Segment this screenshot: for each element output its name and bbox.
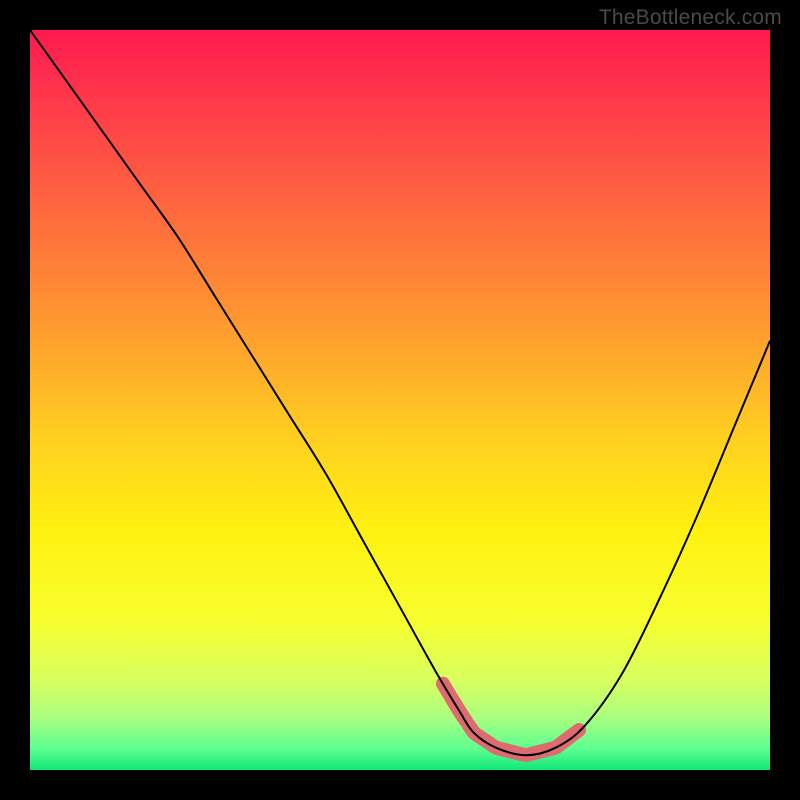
plot-inner bbox=[30, 30, 770, 770]
gradient-background bbox=[30, 30, 770, 770]
watermark-text: TheBottleneck.com bbox=[599, 6, 782, 30]
bottleneck-chart-svg bbox=[30, 30, 770, 770]
chart-container: TheBottleneck.com bbox=[0, 0, 800, 800]
plot-area bbox=[30, 30, 770, 770]
